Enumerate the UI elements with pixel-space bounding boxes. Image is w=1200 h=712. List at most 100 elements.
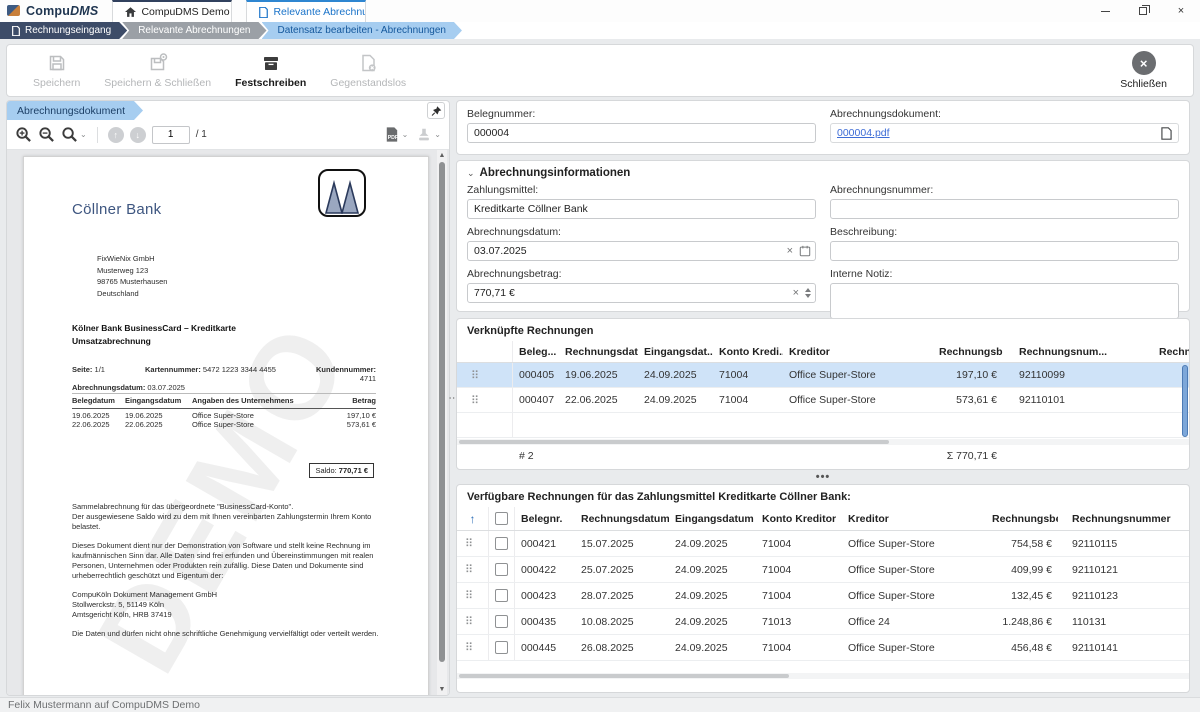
minimize-button[interactable] xyxy=(1086,0,1124,22)
save-and-close-button[interactable]: Speichern & Schließen xyxy=(92,48,223,93)
interne-notiz-field[interactable] xyxy=(830,283,1179,319)
cell-belegnr: 000407 xyxy=(513,394,559,406)
breadcrumb-relevante-abrechnungen[interactable]: Relevante Abrechnungen xyxy=(122,22,266,39)
col-kreditor[interactable]: Kreditor xyxy=(842,513,986,525)
record-form-panel: Belegnummer: Abrechnungsdokument: 000004… xyxy=(456,100,1190,696)
close-window-button[interactable]: × xyxy=(1162,0,1200,22)
pdf-export-icon: PDF xyxy=(383,126,400,143)
calendar-icon[interactable] xyxy=(799,245,811,257)
scrollbar-thumb[interactable] xyxy=(439,162,445,662)
tab-relevante-abrechnung[interactable]: Relevante Abrechnung xyxy=(246,0,366,22)
zoom-in-icon[interactable] xyxy=(15,126,32,143)
drag-handle-icon[interactable]: ⠿ xyxy=(463,563,473,576)
zoom-mode-dropdown[interactable]: ⌄ xyxy=(61,126,87,143)
row-checkbox[interactable] xyxy=(495,615,508,628)
document-title: Kölner Bank BusinessCard – Kreditkarte U… xyxy=(72,322,236,348)
col-rechnungsdatum[interactable]: Rechnungsdat... xyxy=(559,346,638,358)
kunde-value: 4711 xyxy=(360,374,376,383)
panel-splitter[interactable]: ⋮ xyxy=(449,100,456,696)
col-rechnu-truncated[interactable]: Rechnu xyxy=(1153,346,1189,358)
zoom-out-icon[interactable] xyxy=(38,126,55,143)
cell-konto: 71004 xyxy=(713,369,783,381)
scroll-up-icon[interactable]: ▲ xyxy=(438,152,446,159)
table-row[interactable]: ⠿ 000445 26.08.2025 24.09.2025 71004 Off… xyxy=(457,635,1189,661)
scrollbar-thumb[interactable] xyxy=(459,440,889,444)
abrechnungsbetrag-field[interactable] xyxy=(467,283,816,303)
table-row[interactable]: ⠿ 000421 15.07.2025 24.09.2025 71004 Off… xyxy=(457,531,1189,557)
scroll-down-icon[interactable]: ▼ xyxy=(438,686,446,693)
previous-page-button[interactable]: ↑ xyxy=(108,127,124,143)
amount-stepper[interactable] xyxy=(805,288,811,298)
row-checkbox[interactable] xyxy=(495,537,508,550)
row-checkbox[interactable] xyxy=(495,641,508,654)
col-konto-kreditor[interactable]: Konto Kredi... xyxy=(713,346,783,358)
table-row[interactable]: ⠿ 000422 25.07.2025 24.09.2025 71004 Off… xyxy=(457,557,1189,583)
table-row[interactable]: ⠿ 000405 19.06.2025 24.09.2025 71004 Off… xyxy=(457,363,1189,388)
table-row[interactable]: ⠿ 000435 10.08.2025 24.09.2025 71013 Off… xyxy=(457,609,1189,635)
zahlungsmittel-field[interactable] xyxy=(467,199,816,219)
tab-abrechnungsdokument[interactable]: Abrechnungsdokument xyxy=(7,101,143,120)
drag-handle-icon[interactable]: ⠿ xyxy=(463,615,473,628)
table-row[interactable]: ⠿ 000407 22.06.2025 24.09.2025 71004 Off… xyxy=(457,388,1189,413)
linked-horizontal-scrollbar[interactable] xyxy=(457,439,1189,445)
beschreibung-field[interactable] xyxy=(830,241,1179,261)
section-splitter[interactable]: ••• xyxy=(456,472,1190,482)
col-rechnungsbetrag[interactable]: Rechnungsbetrag xyxy=(933,346,1003,358)
drag-handle-icon[interactable]: ⠿ xyxy=(463,394,479,407)
col-eingangsdatum[interactable]: Eingangsdatum xyxy=(669,513,756,525)
header-fields-card: Belegnummer: Abrechnungsdokument: 000004… xyxy=(456,100,1190,155)
close-record-button[interactable]: × Schließen xyxy=(1108,47,1179,94)
col-belegnr[interactable]: Belegnr. xyxy=(515,513,575,525)
commit-button[interactable]: Festschreiben xyxy=(223,48,318,93)
col-rechnungsnummer[interactable]: Rechnungsnum... xyxy=(1003,346,1153,358)
col-rechnungsnummer[interactable]: Rechnungsnummer xyxy=(1058,513,1189,525)
breadcrumb-rechnungseingang[interactable]: Rechnungseingang xyxy=(0,22,127,39)
col-konto-kreditor[interactable]: Konto Kreditor xyxy=(756,513,842,525)
page-number-input[interactable] xyxy=(152,126,190,144)
col-kreditor[interactable]: Kreditor xyxy=(783,346,933,358)
void-label: Gegenstandslos xyxy=(330,77,406,89)
void-button[interactable]: Gegenstandslos xyxy=(318,48,418,93)
linked-vertical-scrollbar[interactable] xyxy=(1182,365,1188,437)
clear-date-icon[interactable]: × xyxy=(787,245,793,257)
restore-button[interactable] xyxy=(1124,0,1162,22)
section-header[interactable]: ⌄ Abrechnungsinformationen xyxy=(467,167,1179,179)
drag-handle-icon[interactable]: ⠿ xyxy=(463,641,473,654)
available-invoices-title: Verfügbare Rechnungen für das Zahlungsmi… xyxy=(457,485,1189,507)
table-row[interactable]: ⠿ 000423 28.07.2025 24.09.2025 71004 Off… xyxy=(457,583,1189,609)
select-all-checkbox[interactable] xyxy=(495,512,508,525)
cell-belegnr: 000405 xyxy=(513,369,559,381)
available-horizontal-scrollbar[interactable] xyxy=(457,673,1189,679)
tab-compudms-demo[interactable]: CompuDMS Demo xyxy=(112,0,232,22)
row-checkbox[interactable] xyxy=(495,589,508,602)
drag-handle-icon[interactable]: ⠿ xyxy=(463,589,473,602)
stepper-down-icon[interactable] xyxy=(805,294,811,298)
stamp-button[interactable]: ⌄ xyxy=(416,127,441,143)
next-page-button[interactable]: ↓ xyxy=(130,127,146,143)
kunde-label: Kundennummer: xyxy=(316,365,376,374)
file-icon[interactable] xyxy=(1161,127,1172,140)
stepper-up-icon[interactable] xyxy=(805,288,811,292)
arrow-up-icon: ↑ xyxy=(113,130,118,140)
abrechnungsnummer-field[interactable] xyxy=(830,199,1179,219)
drag-handle-icon[interactable]: ⠿ xyxy=(463,537,473,550)
save-button[interactable]: Speichern xyxy=(21,48,92,93)
scrollbar-thumb[interactable] xyxy=(459,674,789,678)
belegnummer-field[interactable] xyxy=(467,123,816,143)
cell-rechnungsdatum: 15.07.2025 xyxy=(575,538,669,550)
viewer-vertical-scrollbar[interactable]: ▲ ▼ xyxy=(437,150,447,695)
drag-handle-icon[interactable]: ⠿ xyxy=(463,369,479,382)
row-checkbox[interactable] xyxy=(495,563,508,576)
col-rechnungsbetrag[interactable]: Rechnungsbetrag xyxy=(986,513,1058,525)
col-beleg[interactable]: Beleg... xyxy=(513,346,559,358)
abrechnungsdatum-field[interactable] xyxy=(467,241,816,261)
document-link[interactable]: 000004.pdf xyxy=(837,127,890,139)
saldo-label: Saldo: xyxy=(315,466,338,475)
col-eingangsdatum[interactable]: Eingangsdat... xyxy=(638,346,713,358)
col-rechnungsdatum[interactable]: Rechnungsdatum xyxy=(575,513,669,525)
pdf-viewer-area[interactable]: DEMO Cöllner Bank FixWieNix GmbH Musterw… xyxy=(7,150,449,695)
pin-button[interactable] xyxy=(427,102,445,119)
clear-amount-icon[interactable]: × xyxy=(793,287,799,299)
link-up-icon[interactable]: ↑ xyxy=(463,512,482,526)
pdf-export-button[interactable]: PDF ⌄ xyxy=(383,126,409,143)
